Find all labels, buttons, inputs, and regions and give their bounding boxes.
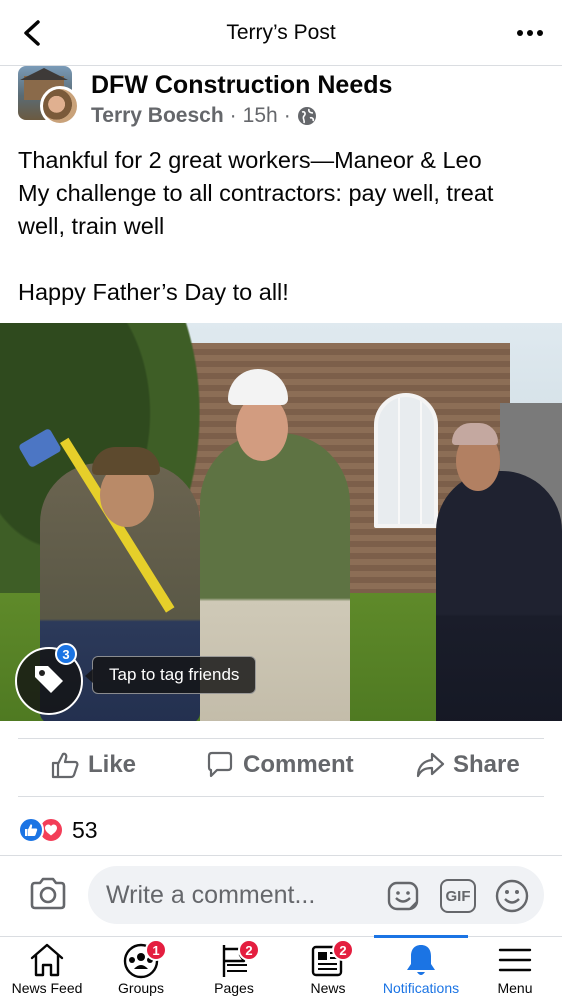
tag-icon [32, 662, 66, 701]
like-button[interactable]: Like [50, 750, 136, 780]
divider [18, 796, 544, 797]
author-avatar[interactable] [40, 86, 80, 126]
tag-friends-tooltip[interactable]: Tap to tag friends [84, 656, 257, 694]
post-text-line: well, train well [18, 213, 165, 239]
divider [0, 855, 562, 856]
post-photo[interactable] [0, 323, 562, 721]
tab-label: Menu [497, 980, 533, 996]
back-arrow-icon[interactable] [18, 18, 48, 48]
post-actions: Like Comment Share [0, 740, 562, 796]
tab-label: News [310, 980, 346, 996]
avatar-sticker-icon[interactable] [386, 878, 422, 914]
post-text: Thankful for 2 great workers—Maneor & Le… [18, 144, 548, 309]
tab-menu[interactable]: Menu [468, 937, 562, 1000]
like-label: Like [88, 751, 137, 778]
author-name[interactable]: Terry Boesch [91, 104, 224, 128]
comment-input[interactable]: Write a comment... GIF [88, 866, 544, 924]
divider [18, 738, 544, 739]
group-name[interactable]: DFW Construction Needs [91, 71, 392, 100]
notification-badge: 2 [332, 939, 354, 961]
home-icon [27, 941, 67, 979]
meta-separator: · [283, 104, 291, 127]
notification-badge: 1 [145, 939, 167, 961]
tab-label: News Feed [11, 980, 83, 996]
globe-icon [297, 106, 317, 126]
tab-notifications[interactable]: Notifications [374, 935, 468, 1000]
tag-count-badge: 3 [55, 643, 77, 665]
comment-label: Comment [243, 751, 354, 778]
bell-icon [401, 941, 441, 979]
post-text-line: Thankful for 2 great workers—Maneor & Le… [18, 147, 482, 173]
top-bar: Terry’s Post [0, 0, 562, 66]
comment-button[interactable]: Comment [205, 750, 354, 780]
post-text-line: My challenge to all contractors: pay wel… [18, 180, 494, 206]
groups-icon: 1 [121, 939, 167, 979]
tab-label: Groups [118, 980, 164, 996]
thumbs-up-icon [50, 750, 80, 780]
reaction-count: 53 [72, 816, 98, 843]
tab-groups[interactable]: 1 Groups [94, 937, 188, 1000]
post-time[interactable]: 15h [243, 104, 278, 128]
page-title: Terry’s Post [226, 20, 336, 44]
news-icon: 2 [308, 939, 354, 979]
reactions-summary[interactable]: 53 [18, 814, 98, 846]
hamburger-icon [495, 941, 535, 979]
tab-news-feed[interactable]: News Feed [0, 937, 94, 1000]
share-arrow-icon [415, 750, 445, 780]
share-button[interactable]: Share [415, 750, 520, 780]
bottom-nav: News Feed 1 Groups 2 Pages 2 News Notifi… [0, 935, 562, 1000]
post-text-line: Happy Father’s Day to all! [18, 279, 289, 305]
more-options-icon[interactable] [516, 22, 544, 44]
pages-flag-icon: 2 [214, 939, 260, 979]
house-window [374, 393, 438, 528]
camera-icon[interactable] [28, 876, 68, 912]
share-label: Share [453, 751, 520, 778]
post-meta: Terry Boesch · 15h · [91, 104, 317, 128]
meta-separator: · [229, 104, 237, 127]
tab-label: Pages [214, 980, 254, 996]
notification-badge: 2 [238, 939, 260, 961]
comment-bubble-icon [205, 750, 235, 780]
post-header: DFW Construction Needs Terry Boesch · 15… [0, 66, 562, 136]
tab-news[interactable]: 2 News [281, 937, 375, 1000]
comment-placeholder: Write a comment... [106, 880, 316, 909]
gif-button[interactable]: GIF [440, 879, 476, 913]
emoji-icon[interactable] [494, 878, 530, 914]
tab-label: Notifications [382, 980, 460, 996]
tab-pages[interactable]: 2 Pages [187, 937, 281, 1000]
active-tab-indicator [374, 935, 468, 938]
like-reaction-icon [18, 817, 44, 843]
